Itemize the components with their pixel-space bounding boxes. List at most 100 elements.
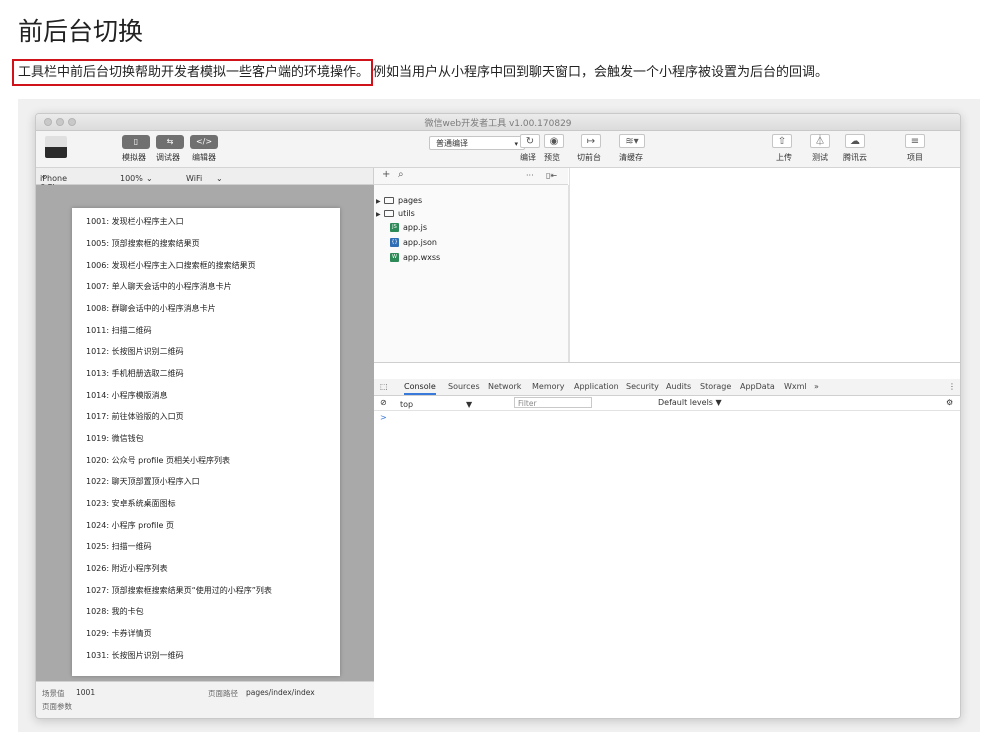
simulator-panel: 1001: 发现栏小程序主入口 1005: 顶部搜索框的搜索结果页 1006: … bbox=[36, 185, 375, 718]
tab-more[interactable]: » bbox=[814, 382, 819, 391]
debugger-label: 调试器 bbox=[156, 153, 180, 162]
inspect-icon[interactable]: ⬚ bbox=[380, 382, 388, 391]
chevron-right-icon: ▶ bbox=[376, 211, 381, 218]
menu-icon: ≡ bbox=[910, 136, 920, 147]
more-icon[interactable]: ··· bbox=[526, 171, 534, 180]
tab-storage[interactable]: Storage bbox=[700, 382, 731, 391]
chevron-down-icon: ⌄ bbox=[216, 174, 223, 183]
kebab-menu-icon[interactable]: ⋮ bbox=[948, 382, 956, 391]
tab-wxml[interactable]: Wxml bbox=[784, 382, 807, 391]
list-item[interactable]: 1022: 聊天顶部置顶小程序入口 bbox=[86, 476, 200, 487]
tree-file[interactable]: JS app.js bbox=[390, 223, 427, 232]
list-item[interactable]: 1005: 顶部搜索框的搜索结果页 bbox=[86, 238, 200, 249]
tab-network[interactable]: Network bbox=[488, 382, 521, 391]
list-item[interactable]: 1029: 卡券详情页 bbox=[86, 628, 152, 639]
scene-list: 1001: 发现栏小程序主入口 1005: 顶部搜索框的搜索结果页 1006: … bbox=[72, 208, 340, 676]
list-item[interactable]: 1017: 前往体验版的入口页 bbox=[86, 411, 184, 422]
tree-folder[interactable]: ▶ utils bbox=[376, 209, 415, 218]
collapse-icon[interactable]: ▯⇤ bbox=[546, 171, 557, 180]
list-item[interactable]: 1011: 扫描二维码 bbox=[86, 325, 152, 336]
editor-label: 编辑器 bbox=[192, 153, 216, 162]
list-item[interactable]: 1001: 发现栏小程序主入口 bbox=[86, 216, 184, 227]
filter-input[interactable]: Filter bbox=[514, 397, 592, 408]
console-prompt[interactable]: > bbox=[380, 413, 387, 422]
list-item[interactable]: 1023: 安卓系统桌面图标 bbox=[86, 498, 176, 509]
tab-security[interactable]: Security bbox=[626, 382, 659, 391]
gear-icon[interactable]: ⚙ bbox=[946, 398, 953, 407]
flask-icon: ⏃ bbox=[815, 136, 825, 147]
tree-item-label: app.json bbox=[403, 238, 437, 247]
tab-sources[interactable]: Sources bbox=[448, 382, 480, 391]
list-item[interactable]: 1006: 发现栏小程序主入口搜索框的搜索结果页 bbox=[86, 260, 256, 271]
add-icon[interactable]: + bbox=[382, 169, 390, 180]
console-filterbar: ⊘ top ▼ Filter Default levels ▼ ⚙ bbox=[374, 396, 960, 411]
tab-audits[interactable]: Audits bbox=[666, 382, 691, 391]
page-title: 前后台切换 bbox=[18, 17, 144, 46]
scene-value: 1001 bbox=[76, 688, 96, 697]
list-item[interactable]: 1007: 单人聊天会话中的小程序消息卡片 bbox=[86, 281, 232, 292]
search-icon[interactable]: ⌕ bbox=[398, 169, 404, 180]
simulator-label: 模拟器 bbox=[122, 153, 146, 162]
intro-rest: 例如当用户从小程序中回到聊天窗口，会触发一个小程序被设置为后台的回调。 bbox=[373, 65, 829, 80]
code-editor[interactable] bbox=[569, 168, 960, 362]
compile-mode-value: 普通编译 bbox=[436, 139, 468, 148]
list-item[interactable]: 1027: 顶部搜索框搜索结果页“使用过的小程序”列表 bbox=[86, 585, 272, 596]
tree-file[interactable]: Wapp.wxss bbox=[390, 253, 440, 262]
list-item[interactable]: 1025: 扫描一维码 bbox=[86, 541, 152, 552]
tree-item-label: utils bbox=[398, 209, 415, 218]
simulator-button[interactable]: ▯ bbox=[122, 135, 150, 149]
clear-console-icon[interactable]: ⊘ bbox=[380, 398, 387, 407]
list-item[interactable]: 1020: 公众号 profile 页相关小程序列表 bbox=[86, 455, 230, 466]
list-item[interactable]: 1031: 长按图片识别一维码 bbox=[86, 650, 184, 661]
switch-icon: ↦ bbox=[586, 136, 596, 147]
tab-memory[interactable]: Memory bbox=[532, 382, 565, 391]
list-item[interactable]: 1024: 小程序 profile 页 bbox=[86, 520, 174, 531]
folder-icon bbox=[384, 210, 394, 217]
compile-label: 编译 bbox=[520, 153, 536, 162]
list-item[interactable]: 1028: 我的卡包 bbox=[86, 606, 144, 617]
simulator-statusbar: iPhone 6 Plus ⌄ 100% ⌄ WiFi ⌄ bbox=[36, 168, 374, 192]
tab-application[interactable]: Application bbox=[574, 382, 619, 391]
debugger-button[interactable]: ⇆ bbox=[156, 135, 184, 149]
scene-label: 场景值 bbox=[42, 689, 65, 698]
compile-mode-select[interactable]: 普通编译 ▾ bbox=[429, 136, 525, 150]
eye-icon: ◉ bbox=[549, 136, 559, 147]
compile-button[interactable]: ↻ bbox=[520, 134, 540, 148]
levels-select[interactable]: Default levels ▼ bbox=[658, 398, 722, 407]
editor-button[interactable]: </> bbox=[190, 135, 218, 149]
upload-button[interactable]: ⇧ bbox=[772, 134, 792, 148]
avatar[interactable] bbox=[45, 136, 67, 158]
switch-background-label: 切前台 bbox=[577, 153, 601, 162]
device-select[interactable]: iPhone 6 Plus ⌄ bbox=[40, 171, 67, 192]
tab-appdata[interactable]: AppData bbox=[740, 382, 775, 391]
toolbar: ▯ 模拟器 ⇆ 调试器 </> 编辑器 普通编译 ▾ ↻ 编译 ◉ 预览 ↦ 切前… bbox=[36, 131, 960, 168]
project-button[interactable]: ≡ bbox=[905, 134, 925, 148]
tab-console[interactable]: Console bbox=[404, 382, 436, 395]
tree-folder[interactable]: ▶ pages bbox=[376, 196, 422, 205]
list-item[interactable]: 1014: 小程序模版消息 bbox=[86, 390, 168, 401]
wxss-file-icon: W bbox=[390, 253, 399, 262]
preview-button[interactable]: ◉ bbox=[544, 134, 564, 148]
list-item[interactable]: 1013: 手机相册选取二维码 bbox=[86, 368, 184, 379]
list-item[interactable]: 1012: 长按图片识别二维码 bbox=[86, 346, 184, 357]
devtools-panel: ⬚ Console Sources Network Memory Applica… bbox=[374, 362, 960, 718]
list-item[interactable]: 1026: 附近小程序列表 bbox=[86, 563, 168, 574]
list-item[interactable]: 1008: 群聊会话中的小程序消息卡片 bbox=[86, 303, 216, 314]
tencent-cloud-label: 腾讯云 bbox=[843, 153, 867, 162]
devtools-tabs: ⬚ Console Sources Network Memory Applica… bbox=[374, 379, 960, 396]
upload-icon: ⇧ bbox=[777, 136, 787, 147]
stack-icon: ≋▾ bbox=[625, 136, 639, 147]
tencent-cloud-button[interactable]: ☁ bbox=[845, 134, 865, 148]
network-value: WiFi bbox=[186, 174, 203, 183]
phone-icon: ▯ bbox=[133, 137, 139, 146]
switch-background-button[interactable]: ↦ bbox=[581, 134, 601, 148]
test-button[interactable]: ⏃ bbox=[810, 134, 830, 148]
tree-file[interactable]: {} app.json bbox=[390, 238, 437, 247]
clear-cache-button[interactable]: ≋▾ bbox=[619, 134, 645, 148]
json-file-icon: {} bbox=[390, 238, 399, 247]
project-label: 项目 bbox=[907, 153, 923, 162]
list-item[interactable]: 1019: 微信钱包 bbox=[86, 433, 144, 444]
zoom-value: 100% bbox=[120, 174, 143, 183]
chevron-down-icon: ⌄ bbox=[146, 174, 153, 183]
tree-item-label: pages bbox=[398, 196, 423, 205]
